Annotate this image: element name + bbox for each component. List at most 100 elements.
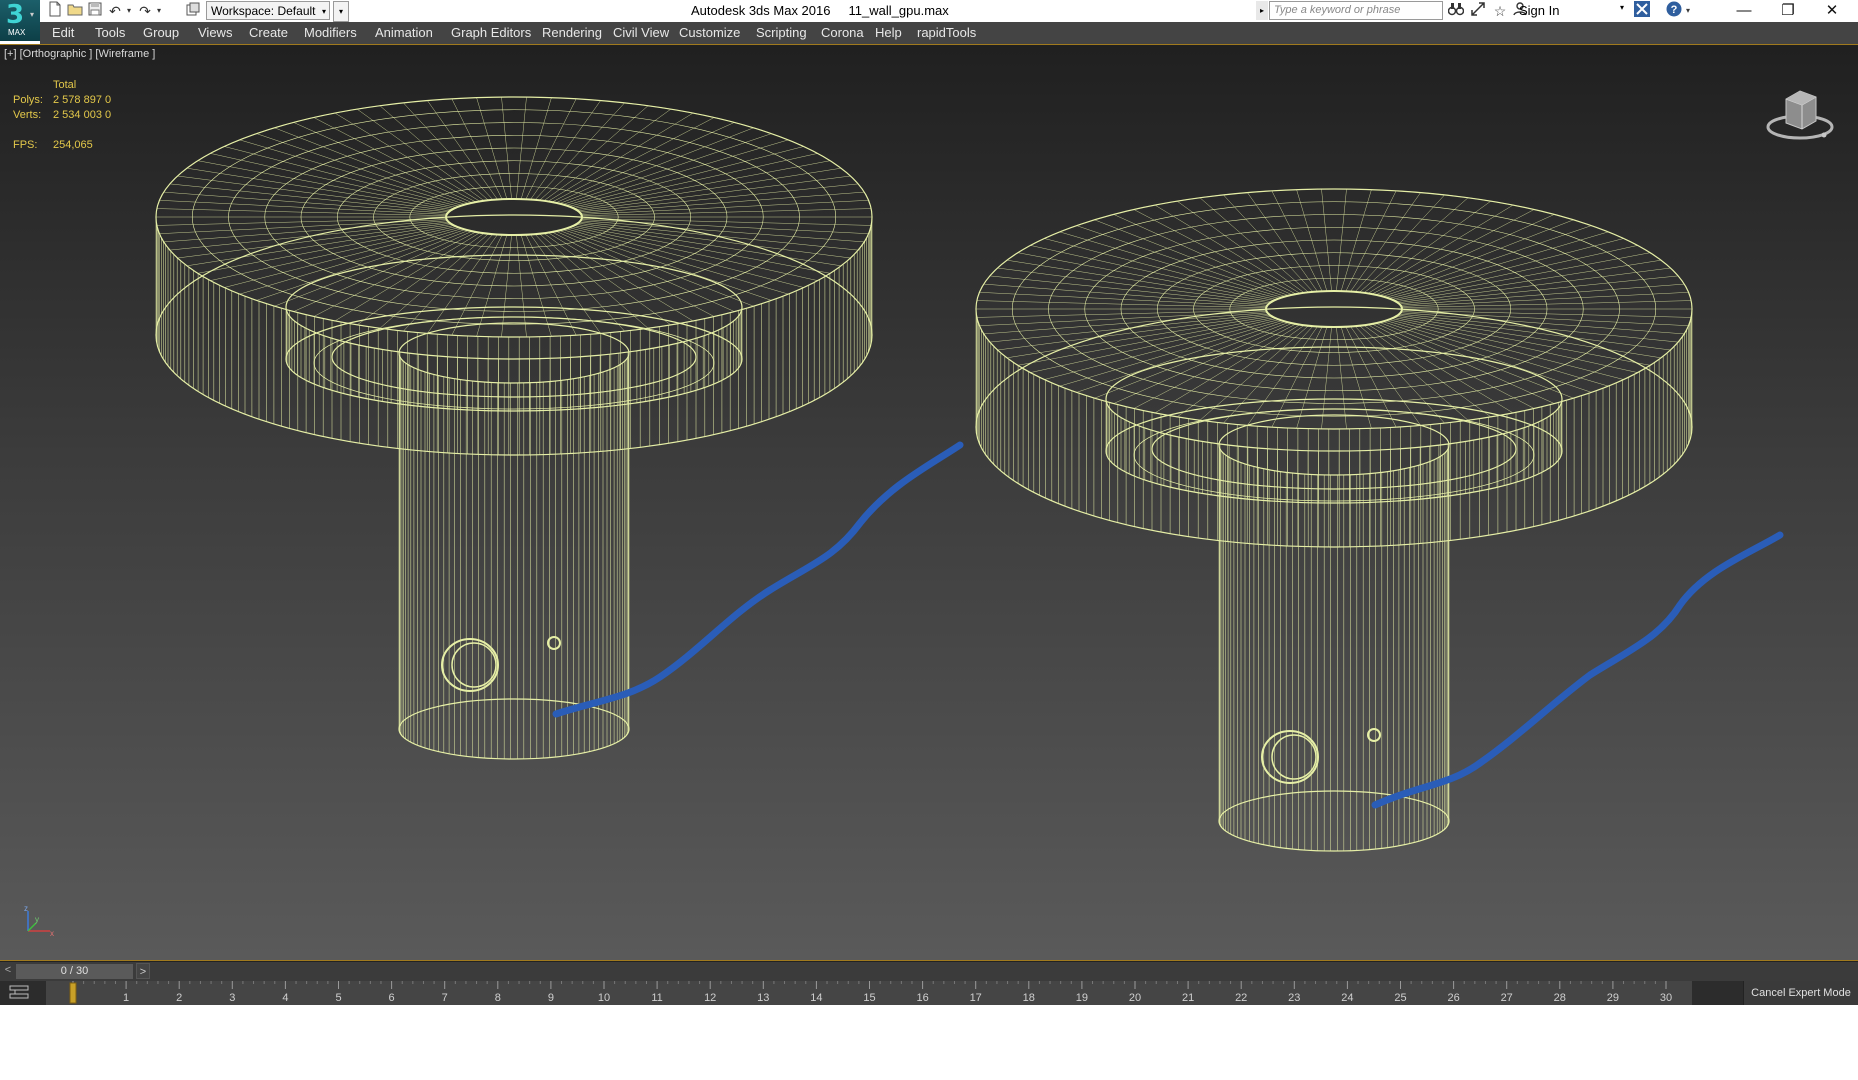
ruler-tick-label: 29 — [1607, 992, 1619, 1004]
wireframe-scene[interactable] — [0, 45, 1858, 961]
axis-tripod-icon: z x y — [20, 903, 56, 938]
svg-text:?: ? — [1671, 4, 1678, 16]
app-name: Autodesk 3ds Max 2016 — [691, 3, 831, 18]
ruler-tick-label: 16 — [916, 992, 928, 1004]
track-ruler[interactable]: 0123456789101112131415161718192021222324… — [46, 981, 1692, 1005]
project-icon[interactable] — [184, 1, 202, 21]
menu-scripting[interactable]: Scripting — [756, 25, 807, 40]
binoculars-icon[interactable] — [1446, 1, 1466, 21]
track-bar-icon[interactable] — [6, 985, 32, 1001]
menu-rendering[interactable]: Rendering — [542, 25, 602, 40]
ruler-tick-label: 17 — [970, 992, 982, 1004]
wireframe-object-right — [975, 188, 1693, 852]
minimize-icon[interactable]: — — [1722, 0, 1766, 22]
cap-bottom-ring — [975, 306, 1693, 548]
ruler-tick-label: 22 — [1235, 992, 1247, 1004]
menu-views[interactable]: Views — [198, 25, 232, 40]
ruler-tick-label: 3 — [229, 992, 235, 1004]
time-next-button[interactable]: > — [136, 963, 150, 979]
viewport[interactable]: [+] [Orthographic ] [Wireframe ] Total P… — [0, 44, 1858, 961]
save-icon[interactable] — [86, 1, 104, 21]
menu-tools[interactable]: Tools — [95, 25, 125, 40]
ruler-tick-label: 14 — [810, 992, 822, 1004]
fps-label: FPS: — [13, 139, 38, 151]
ruler-tick-label: 13 — [757, 992, 769, 1004]
logo-tag: MAX — [8, 28, 26, 37]
time-slider[interactable]: 0 / 30 — [16, 964, 133, 979]
menu-customize[interactable]: Customize — [679, 25, 740, 40]
ruler-tick-label: 20 — [1129, 992, 1141, 1004]
stem-verticals — [398, 353, 630, 759]
viewcube-icon[interactable] — [1764, 81, 1836, 145]
menu-civil-view[interactable]: Civil View — [613, 25, 669, 40]
autodesk-x-icon[interactable] — [1632, 1, 1652, 21]
close-icon[interactable]: ✕ — [1810, 0, 1854, 22]
ruler-tick-label: 15 — [863, 992, 875, 1004]
menu-modifiers[interactable]: Modifiers — [304, 25, 357, 40]
verts-value: 2 534 003 0 — [53, 109, 112, 121]
ruler-tick-label: 10 — [598, 992, 610, 1004]
title-bar: 3 MAX ▾ ↶ ▾ ↷ ▾ Workspace: Default ▾ ▾ A… — [0, 0, 1858, 41]
axis-z-label: z — [24, 904, 28, 913]
help-dropdown-icon[interactable]: ▾ — [1682, 1, 1694, 21]
undo-dropdown-icon[interactable]: ▾ — [124, 1, 134, 21]
stem-top-ring — [1218, 414, 1450, 476]
cap-verticals — [155, 217, 873, 455]
polys-value: 2 578 897 0 — [53, 94, 112, 106]
exchange-icon[interactable] — [1468, 1, 1488, 21]
ruler-tick-label: 1 — [123, 992, 129, 1004]
stats-header: Total — [53, 79, 77, 91]
redo-dropdown-icon[interactable]: ▾ — [154, 1, 164, 21]
new-file-icon[interactable] — [46, 1, 64, 21]
menu-animation[interactable]: Animation — [375, 25, 433, 40]
menu-group[interactable]: Group — [143, 25, 179, 40]
sign-in-button[interactable]: Sign In — [1519, 3, 1559, 18]
search-arrow-icon[interactable]: ▸ — [1256, 1, 1268, 20]
undo-icon[interactable]: ↶ — [106, 1, 124, 21]
restore-icon[interactable]: ❐ — [1766, 0, 1810, 22]
time-prev-button[interactable]: < — [2, 964, 14, 976]
current-frame-marker — [69, 982, 77, 1004]
chevron-down-icon: ▾ — [321, 7, 326, 16]
redo-icon[interactable]: ↷ — [136, 1, 154, 21]
star-icon[interactable]: ☆ — [1490, 1, 1510, 21]
logo-glyph: 3 — [6, 0, 25, 30]
viewport-label[interactable]: [+] [Orthographic ] [Wireframe ] — [4, 48, 155, 60]
axis-x-label: x — [50, 929, 54, 937]
menu-graph-editors[interactable]: Graph Editors — [451, 25, 531, 40]
ruler-tick-label: 24 — [1341, 992, 1353, 1004]
cap-top-spokes — [156, 97, 872, 337]
search-input[interactable]: Type a keyword or phrase — [1269, 1, 1443, 20]
chevron-down-icon: ▾ — [30, 10, 35, 19]
ruler-tick-label: 25 — [1394, 992, 1406, 1004]
stem-port-inner-ring — [1271, 734, 1317, 780]
workspace-dropdown[interactable]: Workspace: Default ▾ — [206, 1, 330, 20]
stem-bottom-ring — [1218, 790, 1450, 852]
track-bar: 0123456789101112131415161718192021222324… — [0, 981, 1858, 1005]
open-file-icon[interactable] — [66, 1, 84, 21]
cancel-expert-mode-button[interactable]: Cancel Expert Mode — [1743, 981, 1858, 1005]
menu-help[interactable]: Help — [875, 25, 902, 40]
menu-bar: Edit Tools Group Views Create Modifiers … — [40, 22, 1858, 44]
menu-create[interactable]: Create — [249, 25, 288, 40]
menu-rapidtools[interactable]: rapidTools — [917, 25, 976, 40]
ruler-tick-label: 12 — [704, 992, 716, 1004]
menu-corona[interactable]: Corona — [821, 25, 864, 40]
spline-left — [552, 441, 964, 718]
help-icon[interactable]: ? — [1664, 1, 1684, 21]
menu-edit[interactable]: Edit — [52, 25, 74, 40]
wireframe-object-left — [155, 96, 873, 760]
ruler-tick-label: 4 — [282, 992, 288, 1004]
app-logo-icon[interactable]: 3 MAX ▾ — [0, 0, 40, 41]
ruler-tick-label: 18 — [1023, 992, 1035, 1004]
ruler-tick-label: 27 — [1501, 992, 1513, 1004]
stem-bottom-ring — [398, 698, 630, 760]
cap-verticals — [975, 309, 1693, 547]
chevron-down-icon[interactable]: ▾ — [1620, 3, 1624, 12]
verts-label: Verts: — [13, 109, 42, 121]
ruler-tick-label: 26 — [1447, 992, 1459, 1004]
ruler-tick-label: 19 — [1076, 992, 1088, 1004]
ruler-tick-label: 7 — [442, 992, 448, 1004]
cap-top-spokes — [976, 189, 1692, 429]
workspace-menu-icon[interactable]: ▾ — [333, 1, 349, 22]
